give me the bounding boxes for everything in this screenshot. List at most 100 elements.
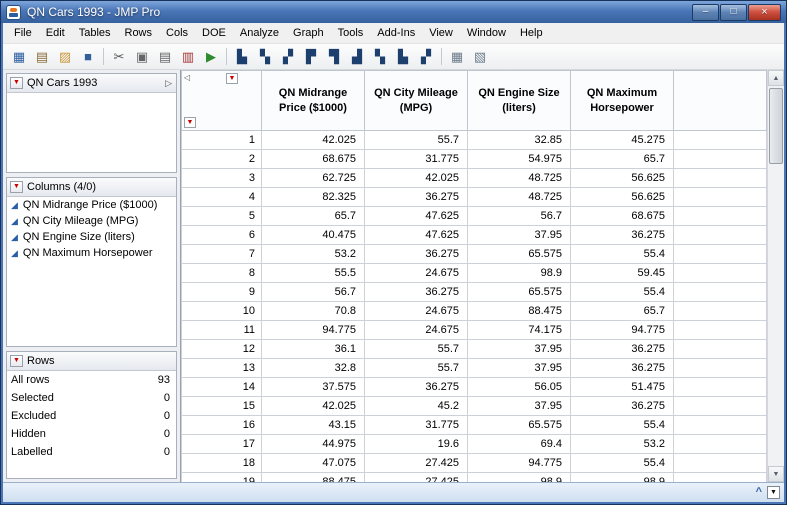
matched-pairs-icon[interactable]: ▞	[277, 46, 299, 68]
data-cell[interactable]: 51.475	[570, 377, 674, 398]
data-cell[interactable]: 36.275	[570, 396, 674, 417]
data-cell[interactable]: 36.275	[364, 377, 468, 398]
data-cell[interactable]: 36.275	[570, 225, 674, 246]
row-number-cell[interactable]: 16	[181, 415, 262, 436]
data-cell[interactable]: 74.175	[467, 320, 571, 341]
data-cell[interactable]: 31.775	[364, 415, 468, 436]
data-cell[interactable]: 94.775	[570, 320, 674, 341]
data-cell[interactable]: 37.95	[467, 358, 571, 379]
red-triangle-icon[interactable]: ▼	[10, 355, 23, 367]
data-cell[interactable]: 37.95	[467, 339, 571, 360]
data-cell[interactable]: 32.8	[261, 358, 365, 379]
data-cell[interactable]: 44.975	[261, 434, 365, 455]
chevron-up-icon[interactable]: ^	[756, 487, 762, 498]
data-cell[interactable]: 43.15	[261, 415, 365, 436]
data-cell[interactable]: 53.2	[261, 244, 365, 265]
journal-layout-icon[interactable]: ▧	[469, 46, 491, 68]
data-cell[interactable]: 70.8	[261, 301, 365, 322]
menu-edit[interactable]: Edit	[39, 24, 72, 42]
column-list-item[interactable]: ◢ QN Midrange Price ($1000)	[7, 197, 176, 213]
red-triangle-icon[interactable]: ▼	[10, 181, 23, 193]
data-cell[interactable]: 36.1	[261, 339, 365, 360]
data-cell[interactable]: 55.7	[364, 130, 468, 151]
column-header[interactable]: QN Midrange Price ($1000)	[261, 70, 365, 132]
row-number-cell[interactable]: 14	[181, 377, 262, 398]
row-number-cell[interactable]: 8	[181, 263, 262, 284]
column-list-item[interactable]: ◢ QN Maximum Horsepower	[7, 245, 176, 261]
data-cell[interactable]: 27.425	[364, 472, 468, 482]
cut-icon[interactable]: ✂	[108, 46, 130, 68]
data-cell[interactable]: 47.625	[364, 225, 468, 246]
maximize-button[interactable]: □	[720, 3, 747, 21]
data-cell[interactable]: 54.975	[467, 149, 571, 170]
column-list-item[interactable]: ◢ QN City Mileage (MPG)	[7, 213, 176, 229]
new-journal-icon[interactable]: ▤	[31, 46, 53, 68]
minimize-button[interactable]: –	[692, 3, 719, 21]
data-cell[interactable]: 68.675	[570, 206, 674, 227]
data-cell[interactable]: 98.9	[467, 472, 571, 482]
column-header[interactable]: QN Maximum Horsepower	[570, 70, 674, 132]
row-number-cell[interactable]: 18	[181, 453, 262, 474]
rows-panel-header[interactable]: ▼ Rows	[7, 352, 176, 371]
scrollbar-thumb[interactable]	[769, 88, 783, 164]
row-number-cell[interactable]: 7	[181, 244, 262, 265]
data-cell[interactable]: 40.475	[261, 225, 365, 246]
data-cell[interactable]: 48.725	[467, 187, 571, 208]
table-red-triangle-icon[interactable]: ▼	[226, 73, 238, 84]
distribution-icon[interactable]: ▙	[231, 46, 253, 68]
data-cell[interactable]: 55.4	[570, 244, 674, 265]
row-number-cell[interactable]: 13	[181, 358, 262, 379]
data-cell[interactable]: 88.475	[261, 472, 365, 482]
data-cell[interactable]: 37.95	[467, 225, 571, 246]
row-number-cell[interactable]: 11	[181, 320, 262, 341]
data-cell[interactable]: 55.4	[570, 415, 674, 436]
vertical-scrollbar[interactable]: ▲ ▼	[767, 70, 784, 482]
row-number-cell[interactable]: 3	[181, 168, 262, 189]
data-cell[interactable]: 37.575	[261, 377, 365, 398]
data-cell[interactable]: 88.475	[467, 301, 571, 322]
close-button[interactable]: ×	[748, 3, 781, 21]
status-dropdown-icon[interactable]: ▼	[767, 486, 780, 499]
data-cell[interactable]: 56.7	[261, 282, 365, 303]
row-number-cell[interactable]: 1	[181, 130, 262, 151]
data-cell[interactable]: 59.45	[570, 263, 674, 284]
row-number-cell[interactable]: 5	[181, 206, 262, 227]
reliability-icon[interactable]: ▙	[392, 46, 414, 68]
data-cell[interactable]: 42.025	[261, 130, 365, 151]
data-cell[interactable]: 55.7	[364, 358, 468, 379]
row-number-cell[interactable]: 15	[181, 396, 262, 417]
data-cell[interactable]: 32.85	[467, 130, 571, 151]
data-cell[interactable]: 55.7	[364, 339, 468, 360]
data-cell[interactable]: 65.575	[467, 244, 571, 265]
column-header[interactable]: QN City Mileage (MPG)	[364, 70, 468, 132]
data-cell[interactable]: 82.325	[261, 187, 365, 208]
menu-cols[interactable]: Cols	[159, 24, 195, 42]
quality-control-icon[interactable]: ▚	[369, 46, 391, 68]
fit-model-icon[interactable]: ▛	[300, 46, 322, 68]
data-cell[interactable]: 45.275	[570, 130, 674, 151]
copy-icon[interactable]: ▣	[131, 46, 153, 68]
row-number-cell[interactable]: 10	[181, 301, 262, 322]
data-cell[interactable]: 19.6	[364, 434, 468, 455]
data-cell[interactable]: 53.2	[570, 434, 674, 455]
data-cell[interactable]: 65.575	[467, 415, 571, 436]
data-cell[interactable]: 65.575	[467, 282, 571, 303]
data-cell[interactable]: 68.675	[261, 149, 365, 170]
menu-window[interactable]: Window	[460, 24, 513, 42]
data-cell[interactable]: 55.4	[570, 282, 674, 303]
data-cell[interactable]: 65.7	[570, 301, 674, 322]
data-cell[interactable]: 42.025	[261, 396, 365, 417]
data-cell[interactable]: 42.025	[364, 168, 468, 189]
row-number-cell[interactable]: 2	[181, 149, 262, 170]
data-cell[interactable]: 48.725	[467, 168, 571, 189]
menu-graph[interactable]: Graph	[286, 24, 331, 42]
data-cell[interactable]: 56.625	[570, 168, 674, 189]
column-header[interactable]: QN Engine Size (liters)	[467, 70, 571, 132]
data-cell[interactable]: 36.275	[364, 187, 468, 208]
data-cell[interactable]: 98.9	[467, 263, 571, 284]
scroll-up-arrow-icon[interactable]: ▲	[768, 70, 784, 86]
window-layout-icon[interactable]: ▦	[446, 46, 468, 68]
multivariate-icon[interactable]: ▟	[346, 46, 368, 68]
title-bar[interactable]: QN Cars 1993 - JMP Pro – □ ×	[1, 1, 786, 23]
data-cell[interactable]: 56.05	[467, 377, 571, 398]
